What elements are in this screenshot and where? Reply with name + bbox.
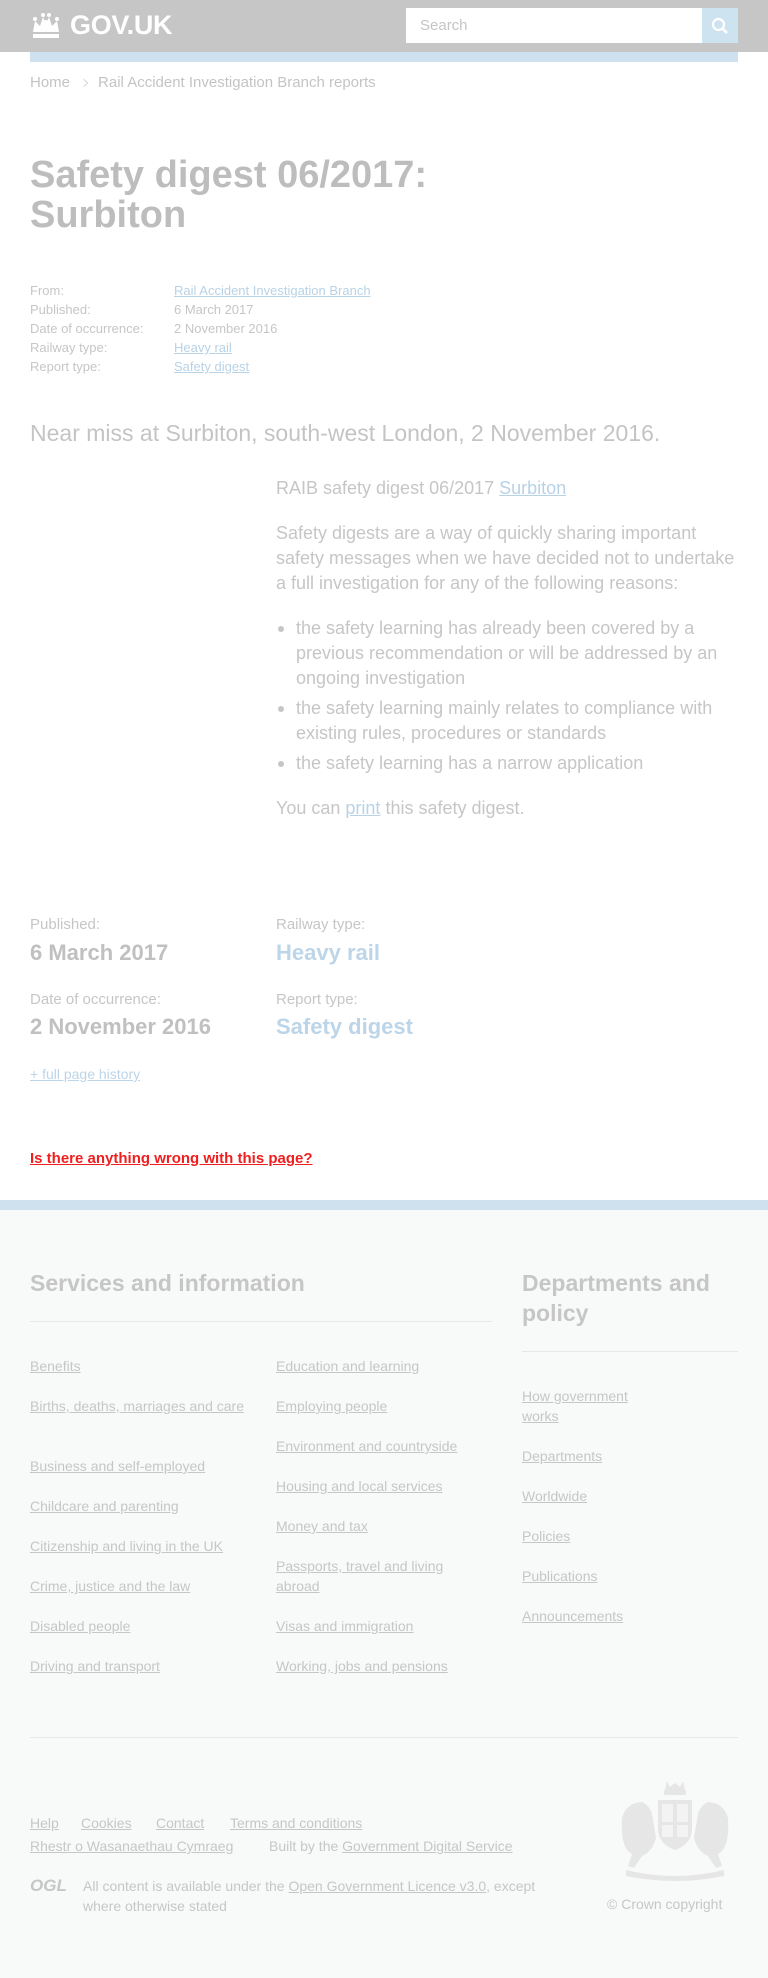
bottom-occurrence-label: Date of occurrence: (30, 991, 161, 1008)
meta-railway-label: Railway type: (30, 340, 108, 355)
footer-link-employing[interactable]: Employing people (276, 1396, 387, 1416)
ogl-logo: OGL (30, 1876, 67, 1895)
bottom-report-link[interactable]: Safety digest (276, 1014, 413, 1040)
metadata-block: From: Rail Accident Investigation Branch … (30, 281, 371, 376)
report-problem-link[interactable]: Is there anything wrong with this page? (30, 1150, 313, 1167)
search-button[interactable] (702, 8, 738, 43)
print-suffix: this safety digest. (385, 798, 525, 818)
search-icon (711, 17, 728, 34)
footer-gds-link[interactable]: Government Digital Service (342, 1838, 512, 1854)
meta-report-link[interactable]: Safety digest (174, 357, 249, 376)
meta-from-label: From: (30, 283, 64, 298)
services-divider (30, 1321, 492, 1322)
footer-link-education[interactable]: Education and learning (276, 1356, 419, 1376)
meta-report-label: Report type: (30, 359, 101, 374)
search-input[interactable] (406, 8, 702, 43)
breadcrumb-home[interactable]: Home (30, 74, 70, 91)
footer-link-working[interactable]: Working, jobs and pensions (276, 1656, 448, 1676)
footer-link-births[interactable]: Births, deaths, marriages and care (30, 1396, 250, 1416)
reasons-list: the safety learning has already been cov… (276, 616, 738, 776)
footer-link-benefits[interactable]: Benefits (30, 1356, 81, 1376)
list-item: the safety learning has a narrow applica… (276, 751, 738, 776)
body-content: RAIB safety digest 06/2017 Surbiton Safe… (276, 476, 738, 841)
list-item: the safety learning has already been cov… (276, 616, 738, 691)
licence-prefix: All content is available under the (83, 1878, 285, 1894)
list-item: the safety learning mainly relates to co… (276, 696, 738, 746)
meta-from-link[interactable]: Rail Accident Investigation Branch (174, 281, 371, 300)
footer-link-publications[interactable]: Publications (522, 1566, 598, 1586)
footer-link-housing[interactable]: Housing and local services (276, 1476, 443, 1496)
meta-published-value: 6 March 2017 (174, 302, 254, 317)
built-by-text: Built by the (269, 1838, 339, 1854)
meta-railway-link[interactable]: Heavy rail (174, 338, 232, 357)
footer-link-worldwide[interactable]: Worldwide (522, 1486, 587, 1506)
footer-meta-divider (30, 1737, 738, 1738)
crown-copyright: © Crown copyright (607, 1896, 723, 1912)
footer-link-passports[interactable]: Passports, travel and living abroad (276, 1556, 486, 1596)
bottom-railway-link[interactable]: Heavy rail (276, 940, 380, 966)
digest-paragraph: RAIB safety digest 06/2017 Surbiton (276, 476, 738, 501)
footer-cookies-link[interactable]: Cookies (81, 1813, 132, 1833)
royal-coat-of-arms-icon (621, 1781, 729, 1881)
footer-link-visas[interactable]: Visas and immigration (276, 1616, 413, 1636)
print-paragraph: You can print this safety digest. (276, 796, 738, 821)
footer-built-by: Built by the Government Digital Service (269, 1836, 513, 1856)
breadcrumb-raib-reports[interactable]: Rail Accident Investigation Branch repor… (98, 74, 376, 91)
lead-paragraph: Near miss at Surbiton, south-west London… (30, 420, 661, 446)
bottom-occurrence-value: 2 November 2016 (30, 1014, 211, 1039)
footer-link-policies[interactable]: Policies (522, 1526, 570, 1546)
breadcrumb-separator-icon (79, 78, 89, 87)
bottom-published-value: 6 March 2017 (30, 940, 169, 965)
services-heading: Services and information (30, 1270, 305, 1296)
print-prefix: You can (276, 798, 341, 818)
page-title: Safety digest 06/2017: Surbiton (30, 154, 428, 236)
bottom-published-label: Published: (30, 916, 101, 933)
footer-link-disabled[interactable]: Disabled people (30, 1616, 130, 1636)
govuk-logo-link[interactable]: GOV.UK (30, 10, 173, 41)
footer-link-business[interactable]: Business and self-employed (30, 1456, 205, 1476)
meta-published-label: Published: (30, 302, 91, 317)
footer-link-childcare[interactable]: Childcare and parenting (30, 1496, 179, 1516)
meta-occurrence-value: 2 November 2016 (174, 321, 278, 336)
footer-ogl-link[interactable]: Open Government Licence v3.0 (288, 1878, 486, 1894)
footer-link-announcements[interactable]: Announcements (522, 1606, 623, 1626)
footer-contact-link[interactable]: Contact (156, 1813, 204, 1833)
departments-heading: Departments and policy (522, 1270, 710, 1326)
meta-occurrence-label: Date of occurrence: (30, 321, 144, 336)
search-form (406, 8, 738, 43)
site-header: GOV.UK (0, 0, 768, 52)
digest-surbiton-link[interactable]: Surbiton (499, 478, 566, 498)
footer-link-environment[interactable]: Environment and countryside (276, 1436, 457, 1456)
footer-link-driving[interactable]: Driving and transport (30, 1656, 160, 1676)
digest-prefix: RAIB safety digest 06/2017 (276, 478, 495, 498)
bottom-report-label: Report type: (276, 991, 358, 1008)
footer-licence: All content is available under the Open … (83, 1876, 543, 1916)
intro-paragraph: Safety digests are a way of quickly shar… (276, 523, 735, 593)
footer-link-money[interactable]: Money and tax (276, 1516, 368, 1536)
footer-terms-link[interactable]: Terms and conditions (230, 1813, 362, 1833)
footer-link-how-government-works[interactable]: How government works (522, 1386, 662, 1426)
bottom-railway-label: Railway type: (276, 916, 366, 933)
crown-icon (33, 12, 59, 38)
full-page-history-link[interactable]: + full page history (30, 1066, 140, 1082)
govuk-logo-text: GOV.UK (70, 10, 173, 40)
footer-link-crime[interactable]: Crime, justice and the law (30, 1576, 190, 1596)
header-blue-bar (30, 52, 738, 62)
footer-welsh-link[interactable]: Rhestr o Wasanaethau Cymraeg (30, 1836, 233, 1856)
footer-link-departments[interactable]: Departments (522, 1446, 602, 1466)
breadcrumb: Home Rail Accident Investigation Branch … (30, 74, 376, 91)
footer-link-citizenship[interactable]: Citizenship and living in the UK (30, 1536, 223, 1556)
print-link[interactable]: print (345, 798, 380, 818)
footer-help-link[interactable]: Help (30, 1813, 59, 1833)
departments-divider (522, 1351, 738, 1352)
